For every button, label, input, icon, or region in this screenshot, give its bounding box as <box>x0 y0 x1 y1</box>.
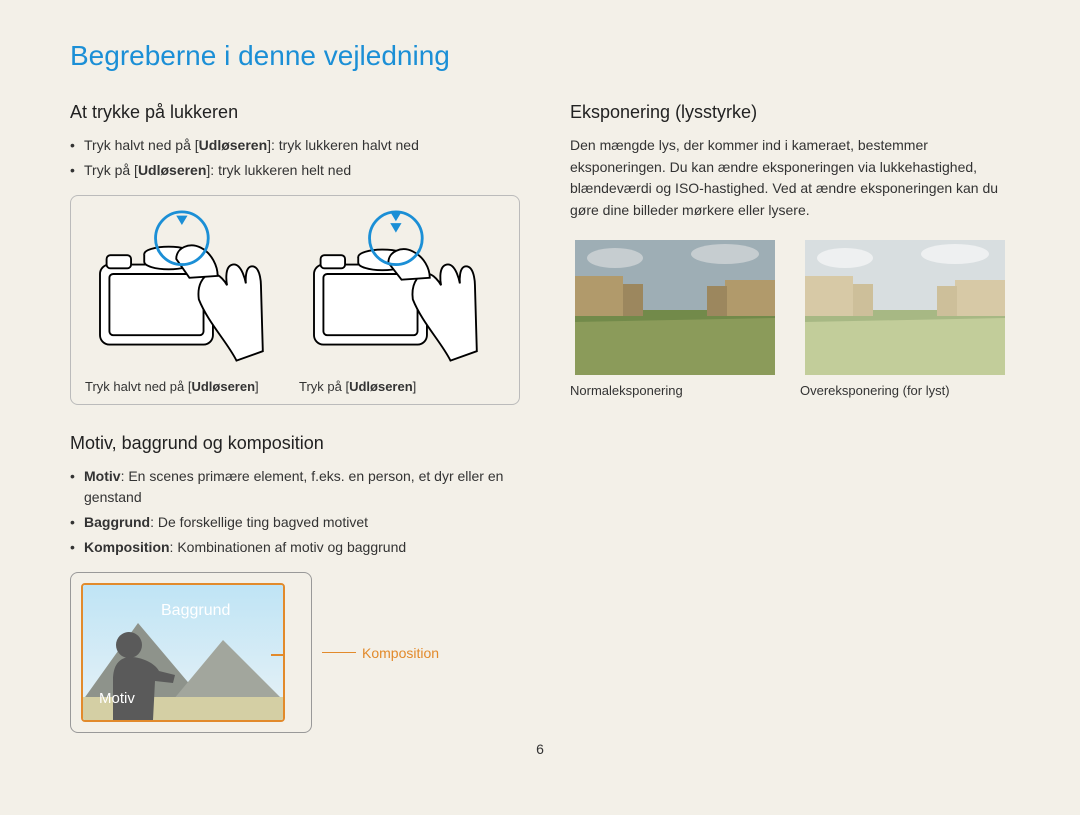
bullet-bold: Udløseren <box>138 162 206 178</box>
bullet-bold: Baggrund <box>84 514 150 530</box>
half-press-caption: Tryk halvt ned på [Udløseren] <box>85 379 275 394</box>
caption-suffix: ] <box>255 379 259 394</box>
bullet-text: : Kombinationen af motiv og baggrund <box>170 539 407 555</box>
bullet-prefix: Tryk halvt ned på [ <box>84 137 199 153</box>
exposure-heading: Eksponering (lysstyrke) <box>570 102 1010 123</box>
bullet-text: : En scenes primære element, f.eks. en p… <box>84 468 503 505</box>
shutter-heading: At trykke på lukkeren <box>70 102 510 123</box>
composition-bullet-3: Komposition: Kombinationen af motiv og b… <box>70 537 510 558</box>
exposure-normal-image <box>570 240 780 375</box>
composition-bullet-2: Baggrund: De forskellige ting bagved mot… <box>70 512 510 533</box>
page-number: 6 <box>70 741 1010 757</box>
bullet-text: : De forskellige ting bagved motivet <box>150 514 368 530</box>
shutter-illustration-frame: Tryk halvt ned på [Udløseren] Tryk på [U… <box>70 195 520 405</box>
bullet-bold: Udløseren <box>199 137 267 153</box>
composition-label-background: Baggrund <box>161 602 230 619</box>
caption-suffix: ] <box>413 379 417 394</box>
exposure-paragraph: Den mængde lys, der kommer ind i kamerae… <box>570 135 1010 222</box>
shutter-bullets: Tryk halvt ned på [Udløseren]: tryk lukk… <box>70 135 510 181</box>
bullet-suffix: ]: tryk lukkeren helt ned <box>206 162 351 178</box>
camera-half-press-illustration <box>85 210 275 375</box>
caption-prefix: Tryk på [ <box>299 379 349 394</box>
caption-bold: Udløseren <box>191 379 255 394</box>
composition-illustration: Baggrund Motiv <box>81 583 285 722</box>
exposure-over-image <box>800 240 1010 375</box>
shutter-bullet-2: Tryk på [Udløseren]: tryk lukkeren helt … <box>70 160 510 181</box>
caption-prefix: Tryk halvt ned på [ <box>85 379 191 394</box>
composition-side-label: Komposition <box>322 645 439 661</box>
bullet-prefix: Tryk på [ <box>84 162 138 178</box>
pointer-line-icon <box>322 652 356 653</box>
composition-label-subject: Motiv <box>99 690 135 707</box>
exposure-normal-caption: Normaleksponering <box>570 383 780 398</box>
camera-full-press-illustration <box>299 210 489 375</box>
caption-bold: Udløseren <box>349 379 413 394</box>
shutter-bullet-1: Tryk halvt ned på [Udløseren]: tryk lukk… <box>70 135 510 156</box>
page-title: Begreberne i denne vejledning <box>70 40 1010 72</box>
composition-label-composition: Komposition <box>362 645 439 661</box>
bullet-bold: Komposition <box>84 539 170 555</box>
composition-illustration-frame: Baggrund Motiv <box>70 572 312 733</box>
composition-bullet-1: Motiv: En scenes primære element, f.eks.… <box>70 466 510 508</box>
exposure-over-caption: Overeksponering (for lyst) <box>800 383 1010 398</box>
bullet-bold: Motiv <box>84 468 121 484</box>
bullet-suffix: ]: tryk lukkeren halvt ned <box>267 137 419 153</box>
composition-bullets: Motiv: En scenes primære element, f.eks.… <box>70 466 510 558</box>
composition-heading: Motiv, baggrund og komposition <box>70 433 510 454</box>
full-press-caption: Tryk på [Udløseren] <box>299 379 489 394</box>
